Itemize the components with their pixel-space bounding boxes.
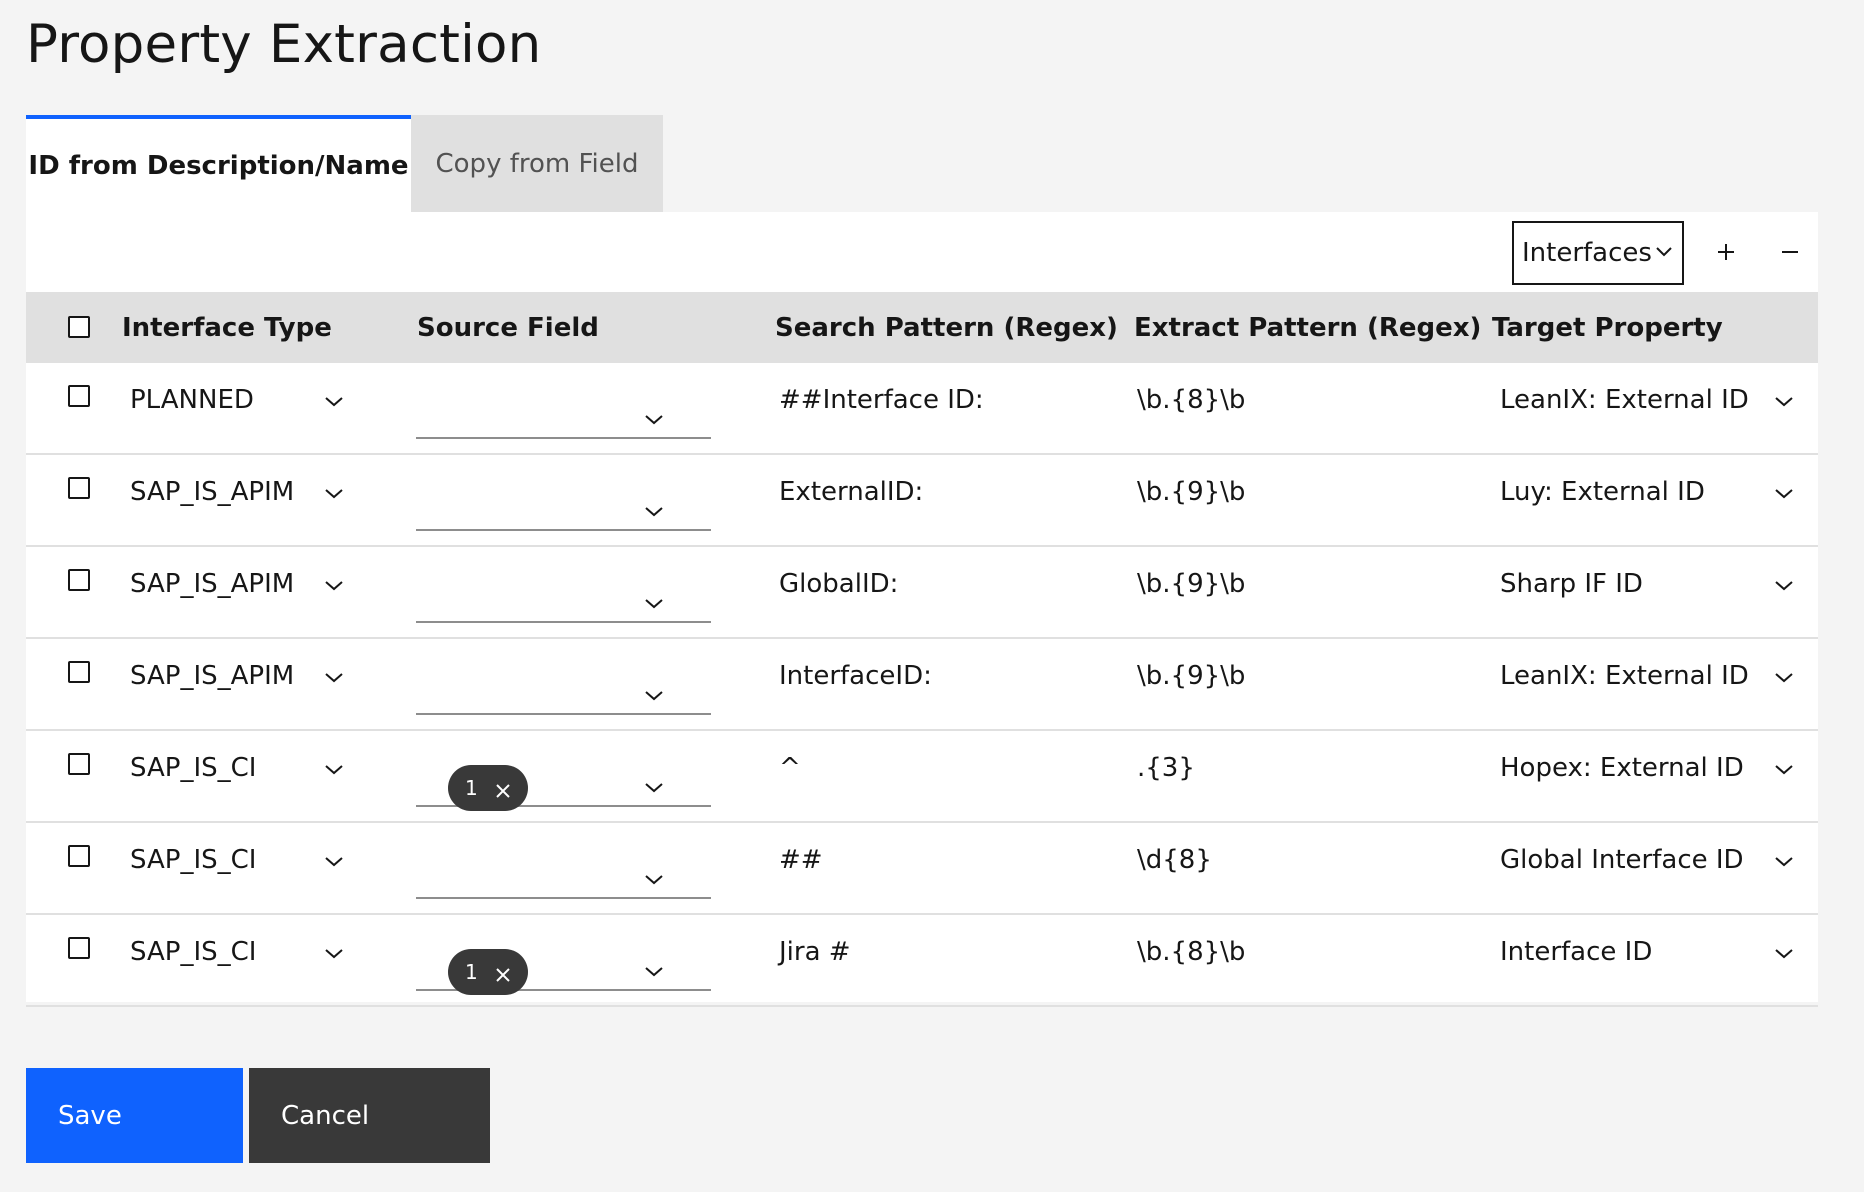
- source-field-select[interactable]: [416, 561, 711, 623]
- table-row: SAP_IS_CI 1 Jira # \b.{8}\b Interface ID: [26, 915, 1818, 1007]
- header-target-property[interactable]: Target Property: [1492, 292, 1723, 363]
- source-field-select[interactable]: [416, 653, 711, 715]
- close-icon[interactable]: [495, 964, 511, 982]
- interface-type-value[interactable]: SAP_IS_APIM: [130, 661, 294, 691]
- target-property-value[interactable]: Global Interface ID: [1500, 845, 1744, 875]
- extract-pattern-value[interactable]: \b.{9}\b: [1137, 477, 1245, 507]
- table-toolbar: Interfaces: [26, 212, 1818, 292]
- chevron-down-icon[interactable]: [642, 683, 666, 707]
- chevron-down-icon[interactable]: [322, 573, 346, 597]
- search-pattern-value[interactable]: Jira #: [779, 937, 851, 967]
- chevron-down-icon[interactable]: [1772, 665, 1796, 689]
- chevron-down-icon[interactable]: [1772, 389, 1796, 413]
- chevron-down-icon[interactable]: [1772, 481, 1796, 505]
- source-field-select[interactable]: [416, 377, 711, 439]
- extract-pattern-value[interactable]: \d{8}: [1137, 845, 1212, 875]
- source-field-select[interactable]: 1: [416, 929, 711, 995]
- search-pattern-value[interactable]: GlobalID:: [779, 569, 898, 599]
- chevron-down-icon[interactable]: [322, 665, 346, 689]
- minus-icon: [1782, 251, 1798, 253]
- header-extract-pattern[interactable]: Extract Pattern (Regex): [1134, 292, 1481, 363]
- type-select-value: Interfaces: [1522, 238, 1652, 268]
- table-row: SAP_IS_APIM GlobalID: \b.{9}\b Sharp IF ID: [26, 547, 1818, 639]
- source-field-select[interactable]: 1: [416, 745, 711, 811]
- page-title: Property Extraction: [26, 14, 542, 75]
- header-interface-type[interactable]: Interface Type: [122, 292, 332, 363]
- interface-type-value[interactable]: SAP_IS_CI: [130, 937, 256, 967]
- target-property-value[interactable]: Luy: External ID: [1500, 477, 1705, 507]
- target-property-value[interactable]: Sharp IF ID: [1500, 569, 1643, 599]
- chevron-down-icon: [1656, 247, 1672, 257]
- target-property-value[interactable]: LeanIX: External ID: [1500, 661, 1749, 691]
- remove-row-button[interactable]: [1766, 228, 1814, 276]
- tab-copy-from-field[interactable]: Copy from Field: [411, 115, 663, 212]
- row-checkbox[interactable]: [68, 845, 90, 867]
- source-field-tag: 1: [448, 949, 528, 995]
- close-icon[interactable]: [495, 780, 511, 798]
- search-pattern-value[interactable]: InterfaceID:: [779, 661, 932, 691]
- row-checkbox[interactable]: [68, 661, 90, 683]
- extract-pattern-value[interactable]: \b.{8}\b: [1137, 937, 1245, 967]
- search-pattern-value[interactable]: ##Interface ID:: [779, 385, 984, 415]
- table-row: SAP_IS_CI 1 ^ .{3} Hopex: External ID: [26, 731, 1818, 823]
- interface-type-value[interactable]: SAP_IS_APIM: [130, 477, 294, 507]
- search-pattern-value[interactable]: ^: [779, 753, 801, 783]
- table-row: PLANNED ##Interface ID: \b.{8}\b LeanIX: Ex…: [26, 363, 1818, 455]
- source-field-tag: 1: [448, 765, 528, 811]
- table-header: Interface Type Source Field Search Patte…: [26, 292, 1818, 363]
- chevron-down-icon[interactable]: [642, 959, 666, 983]
- chevron-down-icon[interactable]: [1772, 573, 1796, 597]
- table-row: SAP_IS_APIM InterfaceID: \b.{9}\b LeanIX: E…: [26, 639, 1818, 731]
- extract-pattern-value[interactable]: .{3}: [1137, 753, 1195, 783]
- chevron-down-icon[interactable]: [1772, 941, 1796, 965]
- cancel-button[interactable]: Cancel: [249, 1068, 490, 1163]
- extract-pattern-value[interactable]: \b.{9}\b: [1137, 661, 1245, 691]
- plus-icon: [1718, 244, 1734, 260]
- chevron-down-icon[interactable]: [322, 941, 346, 965]
- target-property-value[interactable]: LeanIX: External ID: [1500, 385, 1749, 415]
- tab-id-from-description[interactable]: ID from Description/Name: [26, 115, 411, 212]
- chevron-down-icon[interactable]: [322, 757, 346, 781]
- add-row-button[interactable]: [1702, 228, 1750, 276]
- table-row: SAP_IS_APIM ExternalID: \b.{9}\b Luy: Exter…: [26, 455, 1818, 547]
- chevron-down-icon[interactable]: [322, 849, 346, 873]
- tag-count: 1: [465, 776, 478, 800]
- interface-type-value[interactable]: SAP_IS_CI: [130, 845, 256, 875]
- chevron-down-icon[interactable]: [642, 775, 666, 799]
- row-checkbox[interactable]: [68, 569, 90, 591]
- chevron-down-icon[interactable]: [322, 389, 346, 413]
- save-button[interactable]: Save: [26, 1068, 243, 1163]
- interface-type-value[interactable]: SAP_IS_APIM: [130, 569, 294, 599]
- extract-pattern-value[interactable]: \b.{8}\b: [1137, 385, 1245, 415]
- chevron-down-icon[interactable]: [642, 407, 666, 431]
- tag-count: 1: [465, 960, 478, 984]
- row-checkbox[interactable]: [68, 385, 90, 407]
- chevron-down-icon[interactable]: [642, 591, 666, 615]
- row-checkbox[interactable]: [68, 477, 90, 499]
- header-search-pattern[interactable]: Search Pattern (Regex): [775, 292, 1118, 363]
- search-pattern-value[interactable]: ExternalID:: [779, 477, 923, 507]
- chevron-down-icon[interactable]: [322, 481, 346, 505]
- extraction-panel: Interfaces Interface Type Source Field S…: [26, 212, 1818, 1007]
- target-property-value[interactable]: Hopex: External ID: [1500, 753, 1744, 783]
- extract-pattern-value[interactable]: \b.{9}\b: [1137, 569, 1245, 599]
- source-field-select[interactable]: [416, 837, 711, 899]
- select-all-checkbox[interactable]: [68, 316, 90, 338]
- chevron-down-icon[interactable]: [642, 867, 666, 891]
- target-property-value[interactable]: Interface ID: [1500, 937, 1652, 967]
- row-checkbox[interactable]: [68, 937, 90, 959]
- interface-type-value[interactable]: SAP_IS_CI: [130, 753, 256, 783]
- table-row: SAP_IS_CI ## \d{8} Global Interface ID: [26, 823, 1818, 915]
- type-select[interactable]: Interfaces: [1512, 221, 1684, 285]
- source-field-select[interactable]: [416, 469, 711, 531]
- chevron-down-icon[interactable]: [642, 499, 666, 523]
- header-source-field[interactable]: Source Field: [417, 292, 599, 363]
- chevron-down-icon[interactable]: [1772, 849, 1796, 873]
- search-pattern-value[interactable]: ##: [779, 845, 823, 875]
- chevron-down-icon[interactable]: [1772, 757, 1796, 781]
- row-checkbox[interactable]: [68, 753, 90, 775]
- interface-type-value[interactable]: PLANNED: [130, 385, 254, 415]
- tab-list: ID from Description/Name Copy from Field: [26, 115, 663, 212]
